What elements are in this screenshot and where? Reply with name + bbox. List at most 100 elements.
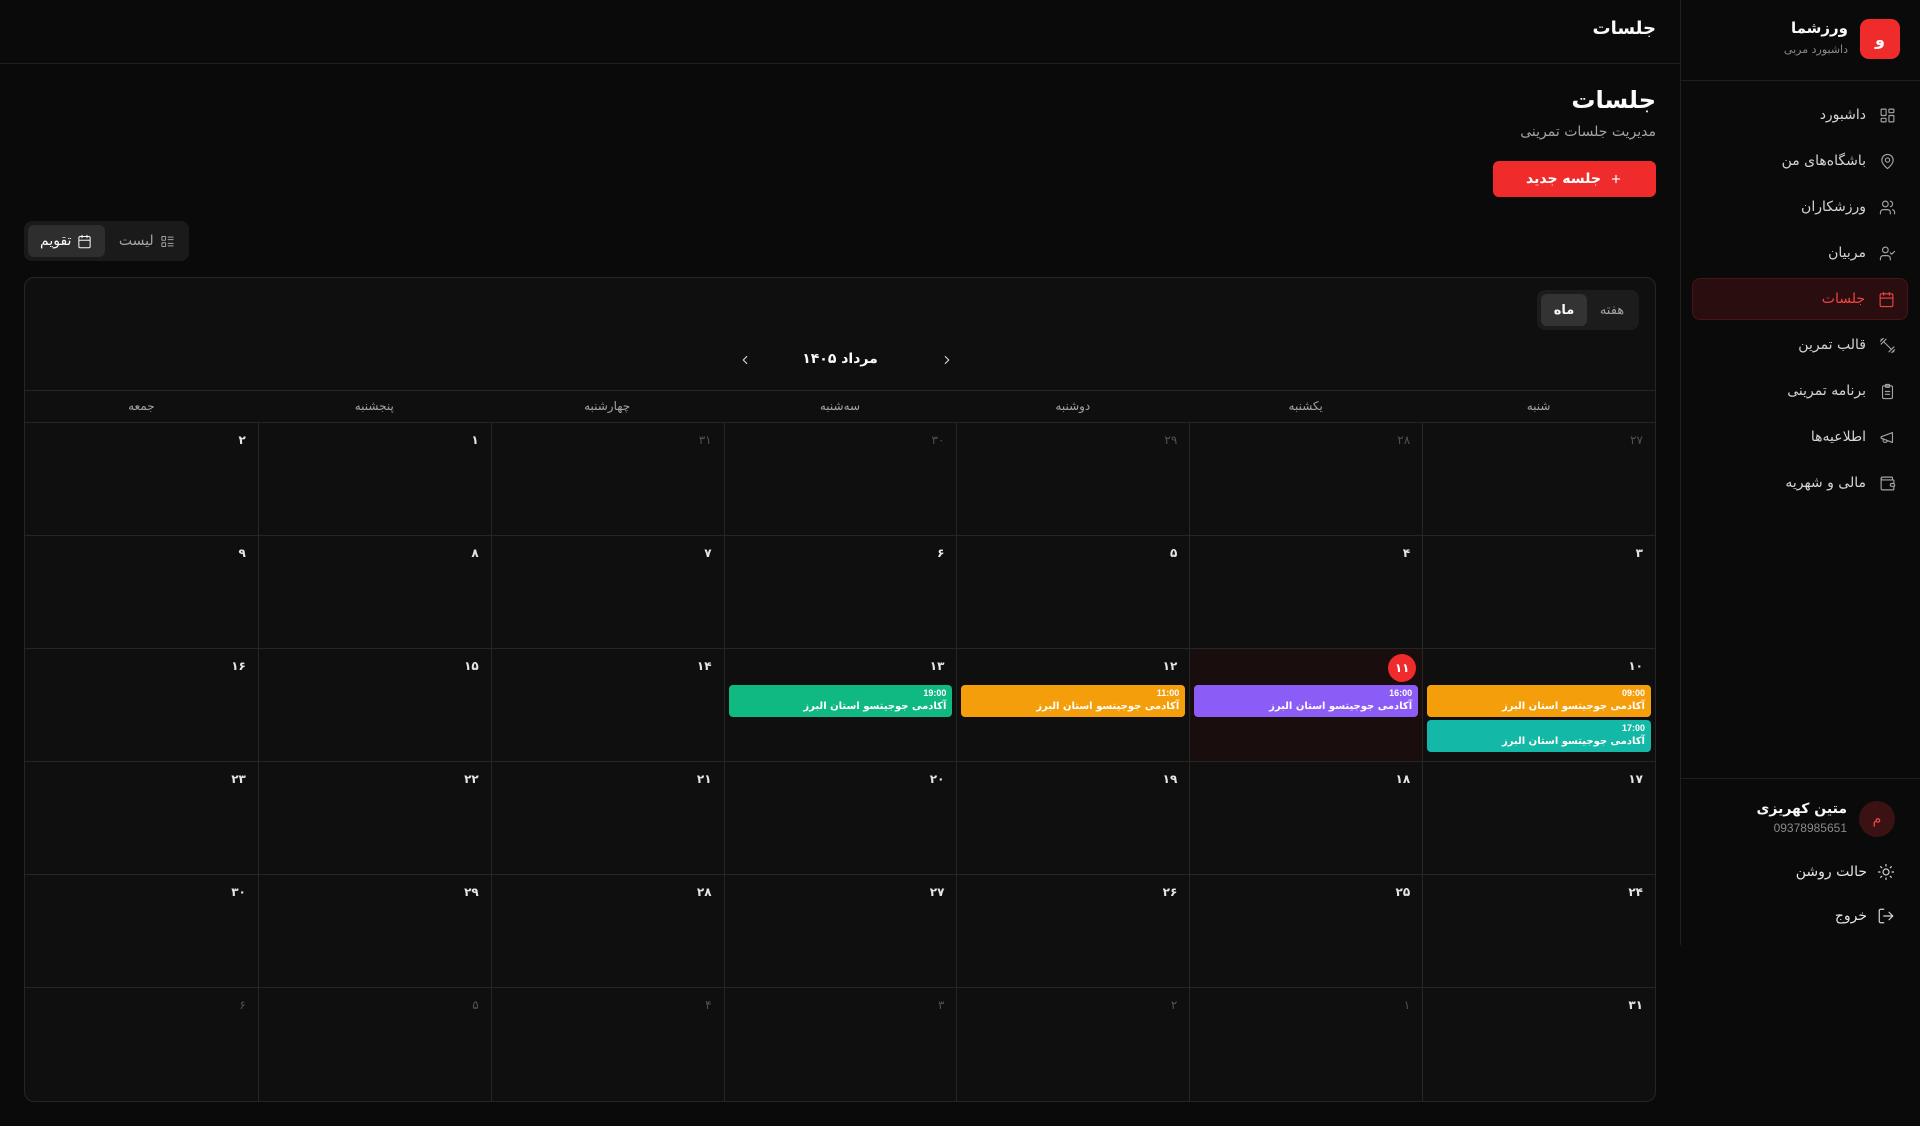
day-cell[interactable]: ۲۷: [723, 875, 957, 988]
day-number: ۲۱: [696, 772, 712, 786]
day-cell[interactable]: ۱۳ 19:00 آکادمی جوجیتسو استان البرز: [723, 649, 957, 762]
calendar-view-button[interactable]: تقویم: [28, 225, 105, 257]
dashboard-icon: [1878, 106, 1896, 124]
day-cell[interactable]: ۵: [257, 988, 491, 1101]
event-time: 19:00: [923, 688, 947, 698]
sidebar-item-label: قالب تمرین: [1798, 337, 1866, 353]
day-cell[interactable]: ۸: [257, 536, 491, 649]
brand-subtitle: داشبورد مربی: [1783, 43, 1848, 56]
sidebar-item-label: داشبورد: [1819, 107, 1866, 123]
sidebar-item-finance[interactable]: مالی و شهریه: [1692, 462, 1908, 504]
day-cell[interactable]: ۶: [723, 536, 957, 649]
session-event[interactable]: 11:00 آکادمی جوجیتسو استان البرز: [961, 685, 1186, 717]
day-number: ۶: [239, 998, 246, 1012]
day-cell[interactable]: ۱۶: [25, 649, 258, 762]
day-cell[interactable]: ۵: [956, 536, 1190, 649]
calendar-view-label: تقویم: [40, 233, 72, 249]
sidebar-footer: م متین کهریزی 09378985651 حالت روشن خروج: [1681, 778, 1920, 945]
chevron-right-icon: [944, 355, 950, 365]
day-cell[interactable]: ۲۸: [490, 875, 724, 988]
plus-icon: [1611, 174, 1621, 184]
day-cell[interactable]: ۲۳: [25, 762, 258, 875]
session-event[interactable]: 16:00 آکادمی جوجیتسو استان البرز: [1194, 685, 1419, 717]
day-cell[interactable]: ۳۰: [723, 423, 957, 536]
day-cell[interactable]: ۱۴: [490, 649, 724, 762]
sidebar-item-coaches[interactable]: مربیان: [1692, 232, 1908, 274]
day-cell-today[interactable]: ۱۱ 16:00 آکادمی جوجیتسو استان البرز: [1189, 649, 1423, 762]
brand-name: ورزشما: [1790, 19, 1848, 37]
day-number: ۱۹: [1162, 772, 1178, 786]
calendar-icon: [1877, 290, 1895, 308]
day-cell[interactable]: ۱۹: [956, 762, 1190, 875]
week-mode-button[interactable]: هفته: [1589, 294, 1635, 326]
day-cell[interactable]: ۱۷: [1422, 762, 1655, 875]
theme-toggle-button[interactable]: حالت روشن: [1796, 860, 1895, 884]
sidebar-item-my-clubs[interactable]: باشگاه‌های من: [1692, 140, 1908, 182]
weekday-label: شنبه: [1526, 399, 1551, 413]
day-number: ۴: [1402, 546, 1411, 560]
day-cell[interactable]: ۲۲: [257, 762, 491, 875]
day-cell[interactable]: ۲۴: [1422, 875, 1655, 988]
day-cell[interactable]: ۲۰: [723, 762, 957, 875]
day-cell[interactable]: ۱: [1189, 988, 1422, 1101]
topbar-title: جلسات: [1592, 18, 1656, 39]
list-view-button[interactable]: لیست: [109, 225, 186, 257]
weekday-label: چهارشنبه: [584, 399, 631, 413]
day-cell[interactable]: ۱: [257, 423, 491, 536]
day-cell[interactable]: ۱۲ 11:00 آکادمی جوجیتسو استان البرز: [956, 649, 1190, 762]
day-cell[interactable]: ۲۵: [1189, 875, 1423, 988]
day-cell[interactable]: ۲۸: [1189, 423, 1423, 536]
day-cell[interactable]: ۲: [25, 423, 258, 536]
day-cell[interactable]: ۲۱: [490, 762, 724, 875]
weekday-header: شنبه یکشنبه دوشنبه سه‌شنبه چهارشنبه پنجشنبه جم…: [25, 390, 1655, 423]
sidebar-item-dashboard[interactable]: داشبورد: [1692, 94, 1908, 136]
sidebar-item-announcements[interactable]: اطلاعیه‌ها: [1692, 416, 1908, 458]
day-cell[interactable]: ۳: [1422, 536, 1655, 649]
day-cell[interactable]: ۷: [490, 536, 724, 649]
day-cell[interactable]: ۱۰ 09:00 آکادمی جوجیتسو استان البرز 17:00 آک…: [1422, 649, 1655, 762]
weekday-label: جمعه: [128, 399, 155, 413]
sidebar-item-label: اطلاعیه‌ها: [1810, 429, 1866, 445]
avatar[interactable]: م: [1859, 801, 1895, 837]
logout-button[interactable]: خروج: [1835, 904, 1895, 928]
day-cell[interactable]: ۲۶: [956, 875, 1190, 988]
day-cell[interactable]: ۲۹: [956, 423, 1190, 536]
session-event[interactable]: 17:00 آکادمی جوجیتسو استان البرز: [1427, 720, 1651, 752]
calendar-card: هفته ماه مرداد ۱۴۰۵ شنبه یکشنبه دوشنبه سه‌ش…: [24, 277, 1656, 1102]
prev-month-button[interactable]: [935, 348, 959, 372]
sidebar-item-athletes[interactable]: ورزشکاران: [1692, 186, 1908, 228]
session-event[interactable]: 09:00 آکادمی جوجیتسو استان البرز: [1427, 685, 1651, 717]
day-number: ۳۱: [1628, 998, 1643, 1012]
weekday-label: یکشنبه: [1288, 399, 1323, 413]
brand-logo[interactable]: و: [1860, 19, 1900, 59]
day-cell[interactable]: ۳۰: [25, 875, 258, 988]
month-mode-button[interactable]: ماه: [1541, 294, 1587, 326]
day-cell[interactable]: ۳۱: [490, 423, 724, 536]
day-cell[interactable]: ۲۹: [257, 875, 491, 988]
day-cell[interactable]: ۶: [25, 988, 258, 1101]
list-view-label: لیست: [118, 233, 154, 249]
day-cell[interactable]: ۹: [25, 536, 258, 649]
day-cell[interactable]: ۴: [490, 988, 724, 1101]
day-number: ۲۹: [1164, 433, 1178, 447]
sidebar-item-training-program[interactable]: برنامه تمرینی: [1692, 370, 1908, 412]
sidebar-item-sessions[interactable]: جلسات: [1692, 278, 1908, 320]
day-number: ۱: [471, 433, 479, 447]
day-cell[interactable]: ۲: [956, 988, 1189, 1101]
weekday-label: دوشنبه: [1055, 399, 1091, 413]
day-cell[interactable]: ۴: [1189, 536, 1423, 649]
day-cell[interactable]: ۳۱: [1422, 988, 1655, 1101]
session-event[interactable]: 19:00 آکادمی جوجیتسو استان البرز: [728, 685, 953, 717]
event-list: 19:00 آکادمی جوجیتسو استان البرز: [728, 685, 953, 717]
sidebar-item-label: ورزشکاران: [1801, 199, 1866, 215]
day-cell[interactable]: ۲۷: [1422, 423, 1655, 536]
day-cell[interactable]: ۱۸: [1189, 762, 1423, 875]
view-toggle: تقویم لیست: [24, 221, 189, 261]
day-cell[interactable]: ۳: [723, 988, 957, 1101]
sun-icon: [1877, 863, 1895, 881]
new-session-button[interactable]: جلسه جدید: [1493, 161, 1656, 197]
day-number: ۲۸: [696, 885, 712, 899]
day-number: ۳۱: [698, 433, 712, 447]
day-cell[interactable]: ۱۵: [257, 649, 491, 762]
sidebar-item-workout-template[interactable]: قالب تمرین: [1692, 324, 1908, 366]
